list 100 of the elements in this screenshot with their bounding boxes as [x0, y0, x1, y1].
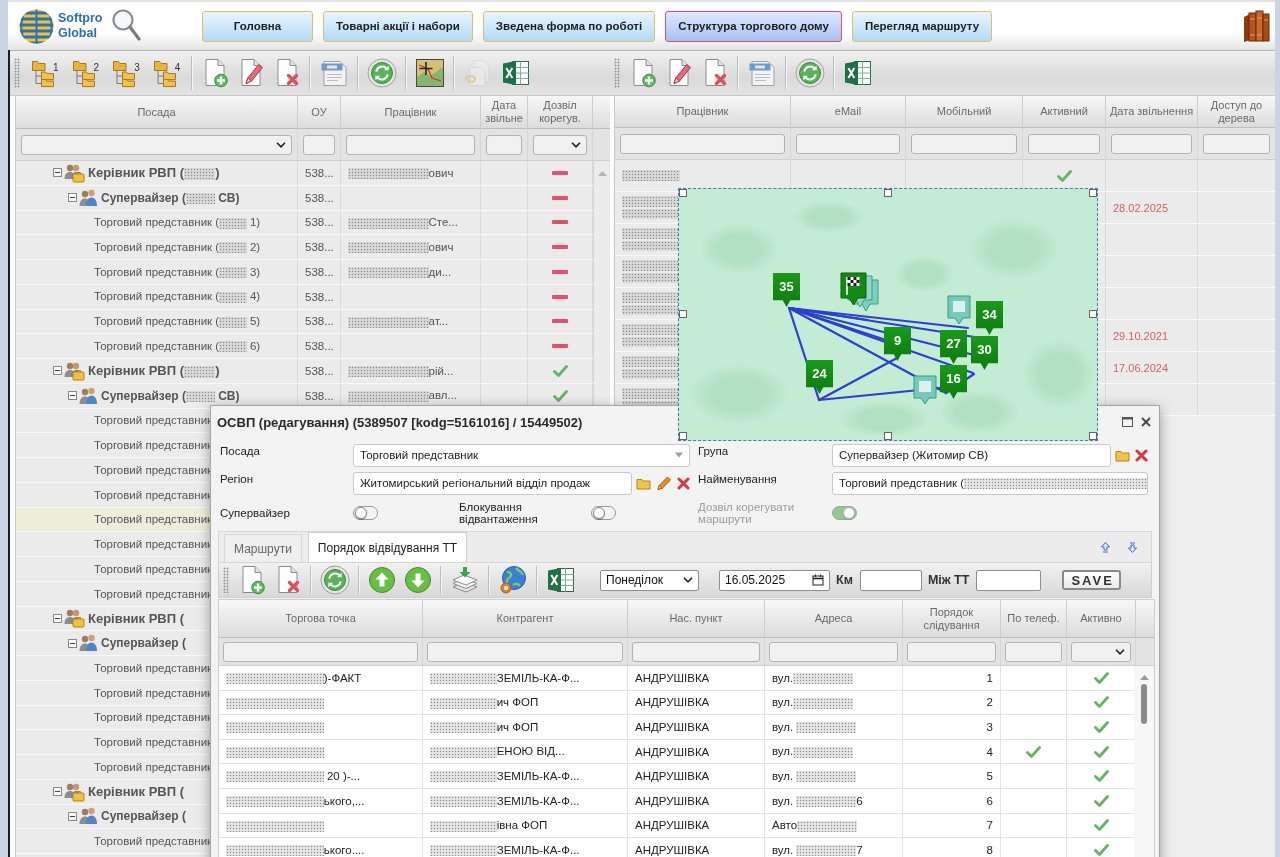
- table-row[interactable]: Торговий представник ( 3) 538... ди...: [16, 260, 593, 285]
- text-field[interactable]: Торговий представник (: [832, 471, 1148, 495]
- flag-marker-icon[interactable]: [840, 272, 880, 314]
- filter-field[interactable]: [1111, 133, 1192, 154]
- tree-level-button[interactable]: 4: [146, 58, 188, 88]
- column-header[interactable]: Активно: [1067, 600, 1136, 638]
- filter-field[interactable]: [632, 641, 760, 662]
- pencil-icon[interactable]: [656, 475, 672, 491]
- table-row[interactable]: 20 )-... ЗЕМІЛЬ-КА-Ф... АНДРУШІВКА вул. 5: [219, 764, 1134, 789]
- between-stops-field[interactable]: [976, 569, 1042, 591]
- scroll-up-icon[interactable]: [1139, 674, 1149, 680]
- route-map-dialog[interactable]: 35 9 24 27 16 34 30: [678, 188, 1098, 441]
- grip-handle[interactable]: [614, 58, 620, 88]
- filter-field[interactable]: [907, 641, 996, 662]
- column-header[interactable]: Активний: [1023, 96, 1106, 128]
- column-header[interactable]: По телеф.: [1001, 600, 1067, 638]
- map-marker[interactable]: 9: [884, 327, 911, 361]
- column-header[interactable]: Нас. пункт: [628, 600, 765, 638]
- map-marker[interactable]: 35: [773, 273, 800, 307]
- collapse-icon[interactable]: [53, 787, 62, 797]
- arrow-down-icon[interactable]: [404, 566, 432, 594]
- tab[interactable]: Маршрути: [224, 534, 302, 562]
- arrow-up-icon[interactable]: [1101, 541, 1110, 553]
- table-row[interactable]: )-ФАКТ ЗЕМІЛЬ-КА-Ф... АНДРУШІВКА вул. 1: [219, 666, 1134, 691]
- table-row[interactable]: Торговий представник ( 4) 538...: [16, 284, 593, 310]
- calendar-icon[interactable]: [812, 574, 824, 586]
- table-row[interactable]: ич ФОП АНДРУШІВКА вул. 3: [219, 715, 1134, 740]
- nav-tab[interactable]: Структура торгового дому: [665, 10, 842, 42]
- filter-field[interactable]: [911, 133, 1017, 154]
- books-icon[interactable]: [1241, 9, 1271, 43]
- column-header[interactable]: Дата звільнення: [1106, 96, 1198, 128]
- resize-handle[interactable]: [679, 432, 687, 440]
- map-marker[interactable]: 27: [940, 330, 967, 364]
- resize-handle[interactable]: [1089, 432, 1097, 440]
- collapse-icon[interactable]: [68, 638, 77, 648]
- globe-icon[interactable]: [498, 565, 528, 595]
- filter-select[interactable]: [21, 134, 292, 155]
- filter-field[interactable]: [769, 641, 898, 662]
- scroll-up-icon[interactable]: [597, 170, 607, 176]
- column-header[interactable]: Працівник: [341, 96, 481, 129]
- cross-icon[interactable]: [677, 476, 690, 490]
- map-marker[interactable]: 24: [806, 360, 833, 394]
- tree-level-button[interactable]: 1: [25, 58, 66, 88]
- column-header[interactable]: Доступ до дерева: [1198, 96, 1275, 128]
- column-header[interactable]: Посада: [16, 96, 298, 129]
- filter-field[interactable]: [1005, 641, 1062, 662]
- column-header[interactable]: Торгова точка: [219, 600, 423, 638]
- refresh-icon[interactable]: [320, 565, 350, 595]
- table-row[interactable]: ЕНОЮ ВІД... АНДРУШІВКА вул. 4: [219, 739, 1134, 765]
- tree-level-button[interactable]: 3: [106, 58, 147, 88]
- filter-field[interactable]: [346, 134, 475, 155]
- resize-handle[interactable]: [679, 310, 687, 318]
- filter-field[interactable]: [1028, 133, 1100, 154]
- resize-handle[interactable]: [679, 189, 687, 197]
- resize-handle[interactable]: [884, 189, 892, 197]
- log-document-icon[interactable]: [747, 58, 777, 88]
- column-header[interactable]: Працівник: [615, 96, 791, 128]
- column-header[interactable]: Порядок слідування: [903, 600, 1001, 638]
- collapse-icon[interactable]: [53, 168, 62, 178]
- table-row[interactable]: Керівник РВП ( ) 538... рій...: [16, 359, 593, 384]
- text-field[interactable]: Житомирський регіональний відділ продаж: [353, 471, 632, 495]
- column-header[interactable]: Контрагент: [423, 600, 628, 638]
- marker-icon[interactable]: [913, 375, 937, 405]
- folder-icon[interactable]: [636, 476, 651, 490]
- table-row[interactable]: Торговий представник ( 6) 538...: [16, 334, 593, 359]
- filter-field[interactable]: [1203, 133, 1270, 154]
- day-select[interactable]: Понеділок: [600, 569, 699, 591]
- column-header[interactable]: eMail: [791, 96, 906, 128]
- map-marker[interactable]: 34: [976, 301, 1003, 335]
- collapse-icon[interactable]: [68, 811, 77, 821]
- paper-stack-icon[interactable]: [450, 566, 480, 594]
- nav-tab[interactable]: Перегляд маршруту: [851, 10, 993, 42]
- nav-tab[interactable]: Товарні акції і набори: [323, 10, 473, 42]
- spreadsheet-icon[interactable]: [546, 565, 576, 595]
- log-document-icon[interactable]: [319, 58, 350, 88]
- scroll-thumb[interactable]: [1141, 684, 1147, 724]
- filter-field[interactable]: [223, 641, 418, 662]
- search-icon[interactable]: [111, 8, 142, 44]
- filter-field[interactable]: [427, 641, 623, 662]
- distance-field[interactable]: [859, 569, 922, 591]
- column-header[interactable]: Дозвіл корегув.: [528, 96, 593, 129]
- table-row[interactable]: Торговий представник ( 1) 538... Сте...: [16, 210, 593, 236]
- collapse-icon[interactable]: [53, 366, 62, 376]
- date-field[interactable]: 16.05.2025: [719, 569, 830, 591]
- filter-field[interactable]: [796, 133, 900, 154]
- map-marker[interactable]: 16: [940, 365, 967, 399]
- filter-select[interactable]: [533, 134, 587, 155]
- arrow-down-icon[interactable]: [1128, 541, 1137, 553]
- select-field[interactable]: Торговий представник: [353, 443, 690, 467]
- filter-field[interactable]: [303, 134, 335, 155]
- table-row[interactable]: ького,... ЗЕМІЛЬ-КА-Ф... АНДРУШІВКА вул. 6 6: [219, 788, 1134, 814]
- column-header[interactable]: Адреса: [765, 600, 903, 638]
- table-row[interactable]: івна ФОП АНДРУШІВКА Авто 7: [219, 813, 1134, 839]
- resize-handle[interactable]: [1089, 310, 1097, 318]
- map-icon[interactable]: [415, 58, 446, 88]
- table-row[interactable]: ич ФОП АНДРУШІВКА вул. 2: [219, 690, 1134, 716]
- filter-select[interactable]: [1071, 641, 1131, 662]
- toggle-switch[interactable]: [353, 506, 378, 520]
- filter-field[interactable]: [486, 134, 522, 155]
- arrow-up-icon[interactable]: [368, 566, 396, 594]
